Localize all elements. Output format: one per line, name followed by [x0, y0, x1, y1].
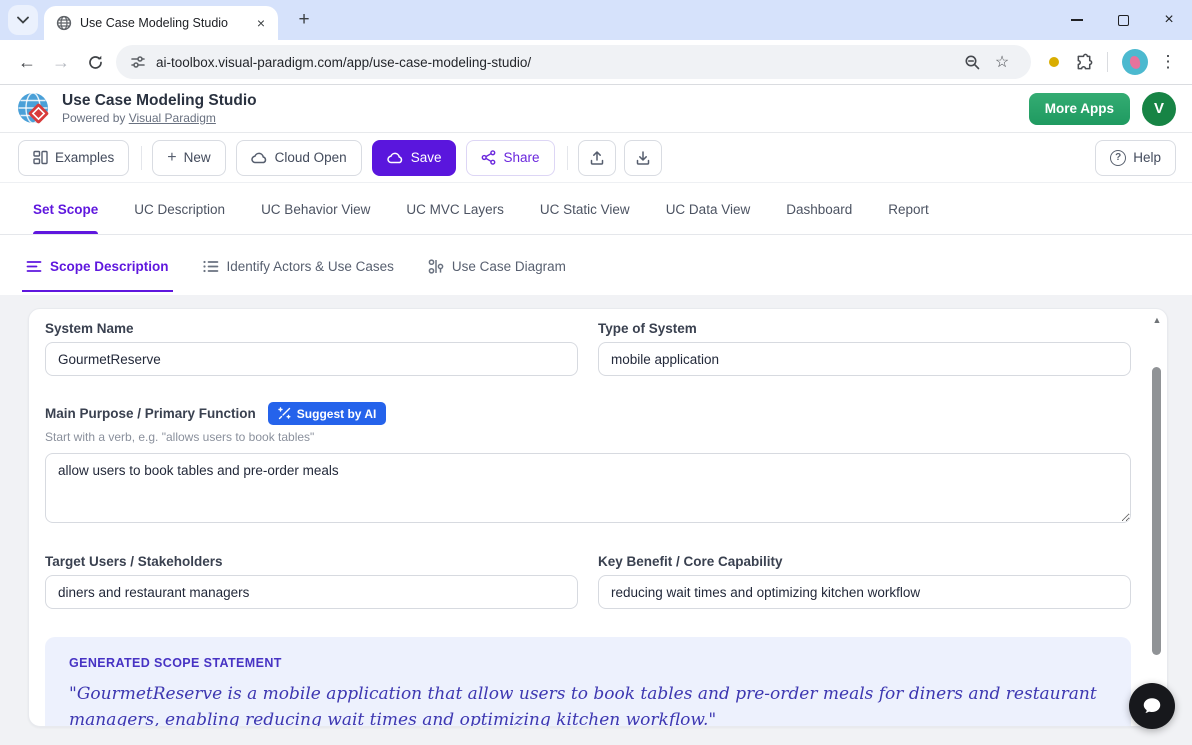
- visual-paradigm-link[interactable]: Visual Paradigm: [129, 111, 216, 125]
- card-scrollbar[interactable]: ▲: [1151, 315, 1163, 720]
- target-users-label: Target Users / Stakeholders: [45, 554, 578, 569]
- key-benefit-label: Key Benefit / Core Capability: [598, 554, 1131, 569]
- site-settings-icon[interactable]: [130, 54, 146, 70]
- tab-dashboard[interactable]: Dashboard: [786, 202, 852, 234]
- toolbar-divider: [567, 146, 568, 170]
- share-nodes-icon: [481, 150, 496, 165]
- browser-menu-icon[interactable]: ⋮: [1154, 52, 1182, 72]
- subtab-identify-actors-use-cases[interactable]: Identify Actors & Use Cases: [199, 239, 398, 292]
- scope-statement-title: GENERATED SCOPE STATEMENT: [69, 656, 1107, 670]
- globe-favicon-icon: [56, 15, 72, 31]
- browser-titlebar: Use Case Modeling Studio × + ×: [0, 0, 1192, 40]
- subtab-use-case-diagram[interactable]: Use Case Diagram: [424, 239, 570, 292]
- diagram-icon: [428, 259, 444, 274]
- content-area: System Name Type of System Main Purpose …: [0, 295, 1192, 745]
- new-tab-button[interactable]: +: [290, 6, 318, 34]
- app-title: Use Case Modeling Studio: [62, 92, 257, 111]
- maximize-button[interactable]: [1100, 0, 1146, 40]
- browser-addressbar: ← → ai-toolbox.visual-paradigm.com/app/u…: [0, 40, 1192, 85]
- cloud-open-button[interactable]: Cloud Open: [236, 140, 362, 176]
- tab-uc-data-view[interactable]: UC Data View: [666, 202, 751, 234]
- app-header: Use Case Modeling Studio Powered by Visu…: [0, 85, 1192, 133]
- profile-avatar[interactable]: [1122, 49, 1148, 75]
- toolbar: Examples + New Cloud Open Save Share ?: [0, 133, 1192, 183]
- download-icon: [635, 150, 651, 166]
- url-bar[interactable]: ai-toolbox.visual-paradigm.com/app/use-c…: [116, 45, 1031, 79]
- extensions-puzzle-icon[interactable]: [1069, 53, 1099, 72]
- tab-report[interactable]: Report: [888, 202, 929, 234]
- main-purpose-hint: Start with a verb, e.g. "allows users to…: [45, 430, 1131, 444]
- chat-widget-button[interactable]: [1129, 683, 1175, 729]
- back-icon[interactable]: ←: [10, 45, 44, 79]
- chat-bubble-icon: [1141, 695, 1163, 717]
- tab-uc-mvc-layers[interactable]: UC MVC Layers: [406, 202, 504, 234]
- suggest-by-ai-button[interactable]: Suggest by AI: [268, 402, 387, 425]
- system-name-label: System Name: [45, 321, 578, 336]
- reload-icon[interactable]: [78, 45, 112, 79]
- import-button[interactable]: [578, 140, 616, 176]
- window-controls: ×: [1054, 0, 1192, 40]
- tab-uc-description[interactable]: UC Description: [134, 202, 225, 234]
- tab-title: Use Case Modeling Studio: [72, 16, 252, 30]
- main-purpose-textarea[interactable]: allow users to book tables and pre-order…: [45, 453, 1131, 523]
- subtab-scope-description[interactable]: Scope Description: [22, 239, 173, 292]
- scope-form-card: System Name Type of System Main Purpose …: [28, 308, 1168, 727]
- plus-icon: +: [167, 149, 176, 167]
- tab-uc-behavior-view[interactable]: UC Behavior View: [261, 202, 370, 234]
- scope-statement-text: "GourmetReserve is a mobile application …: [69, 681, 1107, 727]
- upload-icon: [589, 150, 605, 166]
- sub-tab-bar: Scope Description Identify Actors & Use …: [0, 235, 1192, 295]
- share-button[interactable]: Share: [466, 140, 554, 176]
- powered-by: Powered by Visual Paradigm: [62, 111, 257, 125]
- examples-button[interactable]: Examples: [18, 140, 129, 176]
- tab-search-chevron-icon[interactable]: [8, 5, 38, 35]
- type-of-system-input[interactable]: [598, 342, 1131, 376]
- app-title-block: Use Case Modeling Studio Powered by Visu…: [62, 92, 257, 125]
- toolbar-divider: [141, 146, 142, 170]
- maximize-icon: [1118, 15, 1129, 26]
- help-question-icon: ?: [1110, 150, 1126, 166]
- scrollbar-thumb[interactable]: [1152, 367, 1161, 655]
- url-text[interactable]: ai-toolbox.visual-paradigm.com/app/use-c…: [156, 55, 957, 70]
- user-avatar[interactable]: V: [1142, 92, 1176, 126]
- new-button[interactable]: + New: [152, 140, 225, 176]
- close-window-button[interactable]: ×: [1146, 0, 1192, 40]
- addressbar-divider: [1107, 52, 1108, 72]
- cloud-icon: [251, 151, 268, 165]
- target-users-input[interactable]: [45, 575, 578, 609]
- key-benefit-input[interactable]: [598, 575, 1131, 609]
- tab-uc-static-view[interactable]: UC Static View: [540, 202, 630, 234]
- examples-grid-icon: [33, 150, 48, 165]
- magic-wand-icon: [278, 407, 291, 420]
- main-tab-bar: Set Scope UC Description UC Behavior Vie…: [0, 183, 1192, 235]
- extension-badge-icon[interactable]: [1049, 57, 1059, 67]
- generated-scope-statement-box: GENERATED SCOPE STATEMENT "GourmetReserv…: [45, 637, 1131, 727]
- minimize-button[interactable]: [1054, 0, 1100, 40]
- type-of-system-label: Type of System: [598, 321, 1131, 336]
- zoom-icon[interactable]: [957, 54, 987, 71]
- export-button[interactable]: [624, 140, 662, 176]
- tab-close-icon[interactable]: ×: [252, 14, 270, 32]
- bookmark-star-icon[interactable]: ☆: [987, 52, 1017, 72]
- system-name-input[interactable]: [45, 342, 578, 376]
- more-apps-button[interactable]: More Apps: [1029, 93, 1130, 125]
- help-button[interactable]: ? Help: [1095, 140, 1176, 176]
- tab-set-scope[interactable]: Set Scope: [33, 202, 98, 234]
- forward-icon: →: [44, 45, 78, 79]
- cloud-save-icon: [387, 151, 404, 165]
- main-purpose-label: Main Purpose / Primary Function: [45, 406, 256, 421]
- save-button[interactable]: Save: [372, 140, 457, 176]
- scrollbar-up-arrow-icon[interactable]: ▲: [1151, 315, 1163, 325]
- list-icon: [203, 260, 219, 273]
- minimize-icon: [1071, 19, 1083, 21]
- visual-paradigm-logo-icon: [16, 91, 52, 127]
- avatar-figure: [1129, 55, 1141, 69]
- align-lines-icon: [26, 260, 42, 273]
- browser-tab[interactable]: Use Case Modeling Studio ×: [44, 6, 278, 40]
